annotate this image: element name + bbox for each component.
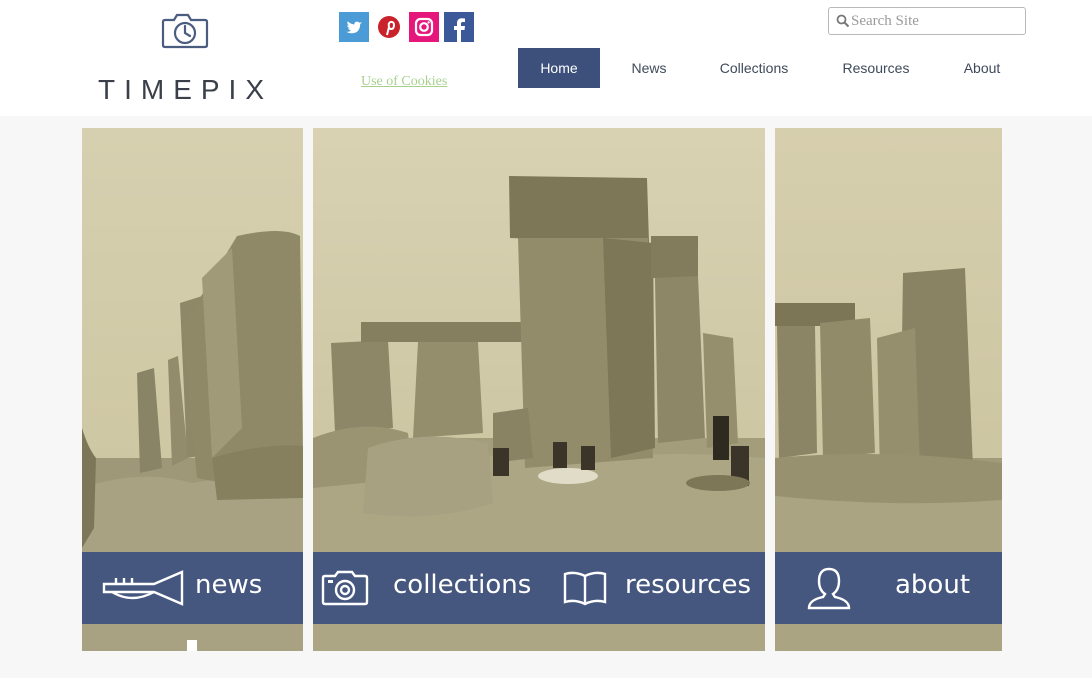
collections-resources-tile[interactable]: collections resources [313,128,765,651]
scroll-indicator [187,640,197,651]
cookies-link[interactable]: Use of Cookies [361,74,447,90]
nav-resources[interactable]: Resources [828,48,924,88]
tile-label-collections[interactable]: collections [393,570,531,600]
tile-label-news[interactable]: news [195,570,262,600]
tile-bar[interactable]: collections resources [313,552,765,624]
camera-icon [321,570,369,606]
search-icon [836,14,850,28]
facebook-icon[interactable] [444,12,474,42]
person-icon [807,567,851,610]
search-box[interactable] [828,7,1026,35]
social-links [339,12,474,42]
instagram-icon[interactable] [409,12,439,42]
tile-bar[interactable]: news [82,552,303,624]
site-header: TIMEPIX Use of Cookies Home [0,0,1092,116]
nav-home[interactable]: Home [518,48,600,88]
brand-name[interactable]: TIMEPIX [98,74,273,106]
book-icon [563,571,607,606]
nav-news[interactable]: News [614,48,684,88]
tile-label-about[interactable]: about [895,570,970,600]
camera-clock-icon[interactable] [160,12,210,52]
pinterest-icon[interactable] [374,12,404,42]
nav-about[interactable]: About [946,48,1018,88]
twitter-icon[interactable] [339,12,369,42]
news-tile[interactable]: news [82,128,303,651]
tile-bar[interactable]: about [775,552,1002,624]
search-input[interactable] [851,10,1019,32]
about-tile[interactable]: about [775,128,1002,651]
trumpet-icon [102,570,184,606]
nav-collections[interactable]: Collections [704,48,804,88]
tile-label-resources[interactable]: resources [625,570,751,600]
